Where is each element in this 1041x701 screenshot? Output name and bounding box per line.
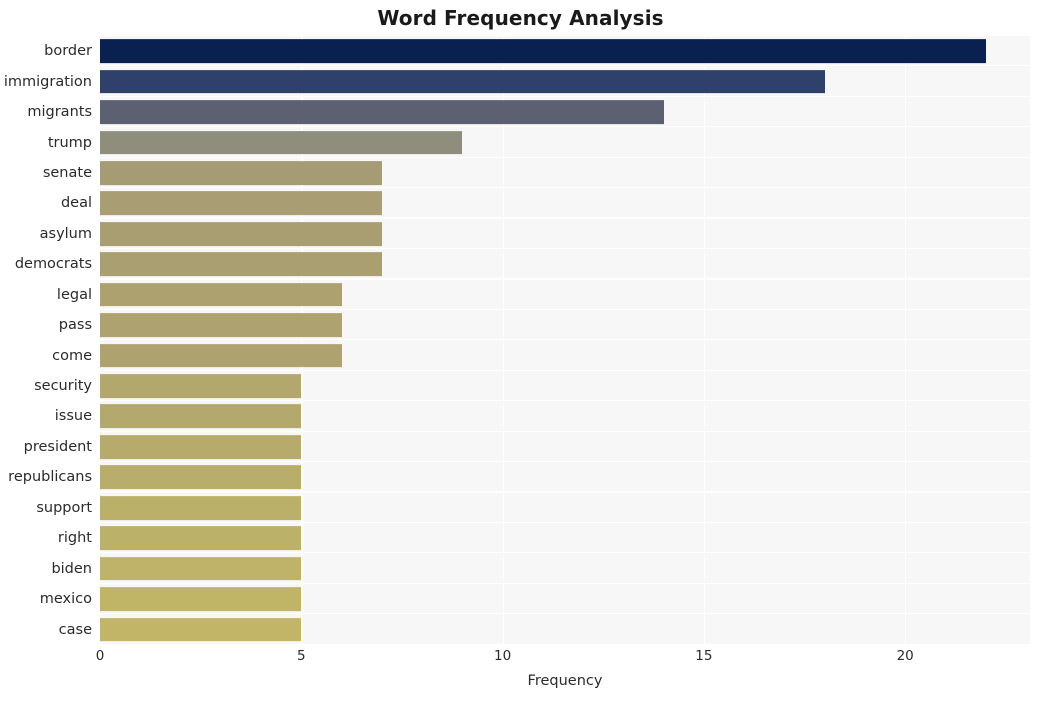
y-axis-tick-label: legal [56,286,92,303]
bar-trump [100,130,463,155]
y-axis-tick-label: trump [47,134,92,151]
y-axis-tick-label: immigration [3,73,92,90]
y-axis-tick-label: migrants [27,104,92,121]
bar-democrats [100,252,382,277]
bar-row [100,310,1030,341]
bar-row [100,432,1030,463]
y-axis-tick-label: right [57,530,92,547]
bar-immigration [100,69,825,94]
y-axis-tick-label: border [44,43,92,60]
chart-title: Word Frequency Analysis [377,6,664,30]
y-axis-tick-label: case [58,621,92,638]
bar-row [100,66,1030,97]
bar-row [100,340,1030,371]
bar-senate [100,161,382,185]
x-axis-tick-label: 0 [95,648,105,664]
y-axis-tick-label: republicans [8,469,92,486]
x-axis-title: Frequency [527,673,603,689]
plot-area [100,36,1030,645]
x-axis-tick-label: 5 [297,648,306,664]
bar-border [100,39,986,64]
y-axis-tick-label: senate [42,164,92,181]
bar-row [100,493,1030,523]
bar-security [100,374,302,398]
bar-mexico [100,587,302,611]
bar-issue [100,404,302,429]
bar-row [100,584,1030,615]
bar-row [100,219,1030,250]
bar-republicans [100,465,302,490]
bar-support [100,495,302,520]
y-axis-tick-label: asylum [39,225,92,242]
y-axis-tick-label: issue [54,408,92,425]
x-axis-tick-label: 10 [494,648,512,664]
bar-deal [100,191,382,216]
bar-migrants [100,100,664,124]
bar-asylum [100,221,382,246]
bar-biden [100,556,302,581]
y-axis-tick-label: biden [51,560,92,577]
y-axis-tick-label: pass [58,317,92,334]
y-axis-tick-label: come [52,347,92,364]
bar-row [100,280,1030,310]
bar-row [100,614,1030,645]
bar-row [100,97,1030,128]
bar-row [100,401,1030,432]
x-axis-ticks: 0 5 10 15 20 [0,648,1041,670]
bar-president [100,435,302,459]
bar-row [100,249,1030,280]
y-axis-tick-label: president [23,438,92,455]
y-axis-tick-label: security [34,378,92,395]
bar-row [100,553,1030,584]
bar-rows [100,36,1030,645]
bar-pass [100,313,342,338]
bar-case [100,617,302,642]
bar-row [100,371,1030,402]
y-axis-tick-label: support [36,499,92,516]
y-axis-tick-label: mexico [39,591,92,608]
x-axis-tick-label: 15 [695,648,713,664]
bar-row [100,462,1030,493]
bar-row [100,36,1030,67]
bar-row [100,523,1030,554]
gridline-horizontal [100,643,1030,645]
bar-legal [100,282,342,307]
x-axis-tick-label: 20 [896,648,914,664]
bar-row [100,158,1030,189]
y-axis-labels: border immigration migrants trump senate deal… [0,36,92,645]
bar-right [100,526,302,551]
bar-row [100,127,1030,158]
chart-figure: Word Frequency Analysis border immigratio… [0,0,1041,701]
bar-come [100,343,342,368]
bar-row [100,188,1030,219]
y-axis-tick-label: deal [60,195,92,212]
y-axis-tick-label: democrats [14,256,92,273]
